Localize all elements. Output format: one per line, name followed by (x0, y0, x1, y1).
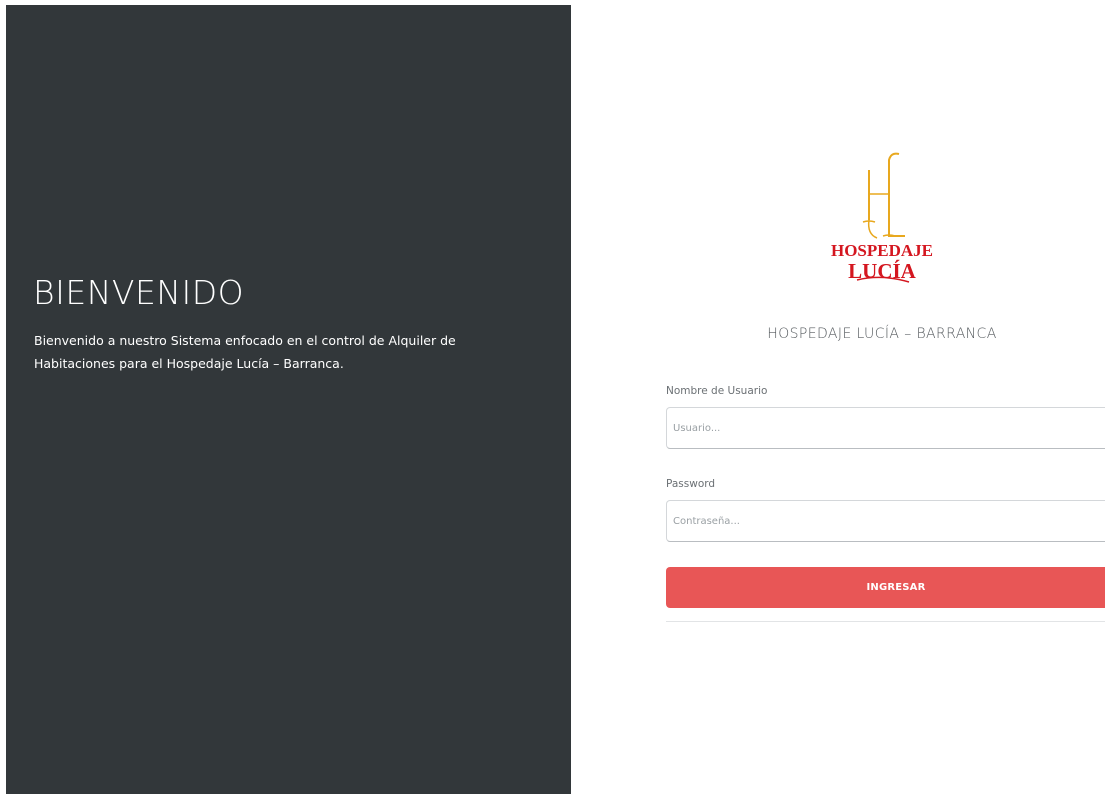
login-page: BIENVENIDO Bienvenido a nuestro Sistema … (0, 0, 1105, 794)
username-label: Nombre de Usuario (666, 385, 768, 397)
welcome-title: BIENVENIDO (33, 273, 245, 312)
welcome-panel: BIENVENIDO Bienvenido a nuestro Sistema … (6, 5, 571, 794)
password-input[interactable] (666, 500, 1105, 542)
logo-line-1: HOSPEDAJE (831, 241, 933, 260)
brand-heading: HOSPEDAJE LUCÍA – BARRANCA (767, 326, 997, 342)
ingresar-button[interactable]: INGRESAR (666, 567, 1105, 608)
hospedaje-lucia-logo: HOSPEDAJE LUCÍA (831, 152, 933, 283)
login-panel: HOSPEDAJE LUCÍA HOSPEDAJE LUCÍA – BARRAN… (571, 0, 1105, 794)
welcome-description: Bienvenido a nuestro Sistema enfocado en… (34, 333, 456, 371)
form-divider (666, 621, 1105, 622)
password-label: Password (666, 478, 716, 490)
username-input[interactable] (666, 407, 1105, 449)
